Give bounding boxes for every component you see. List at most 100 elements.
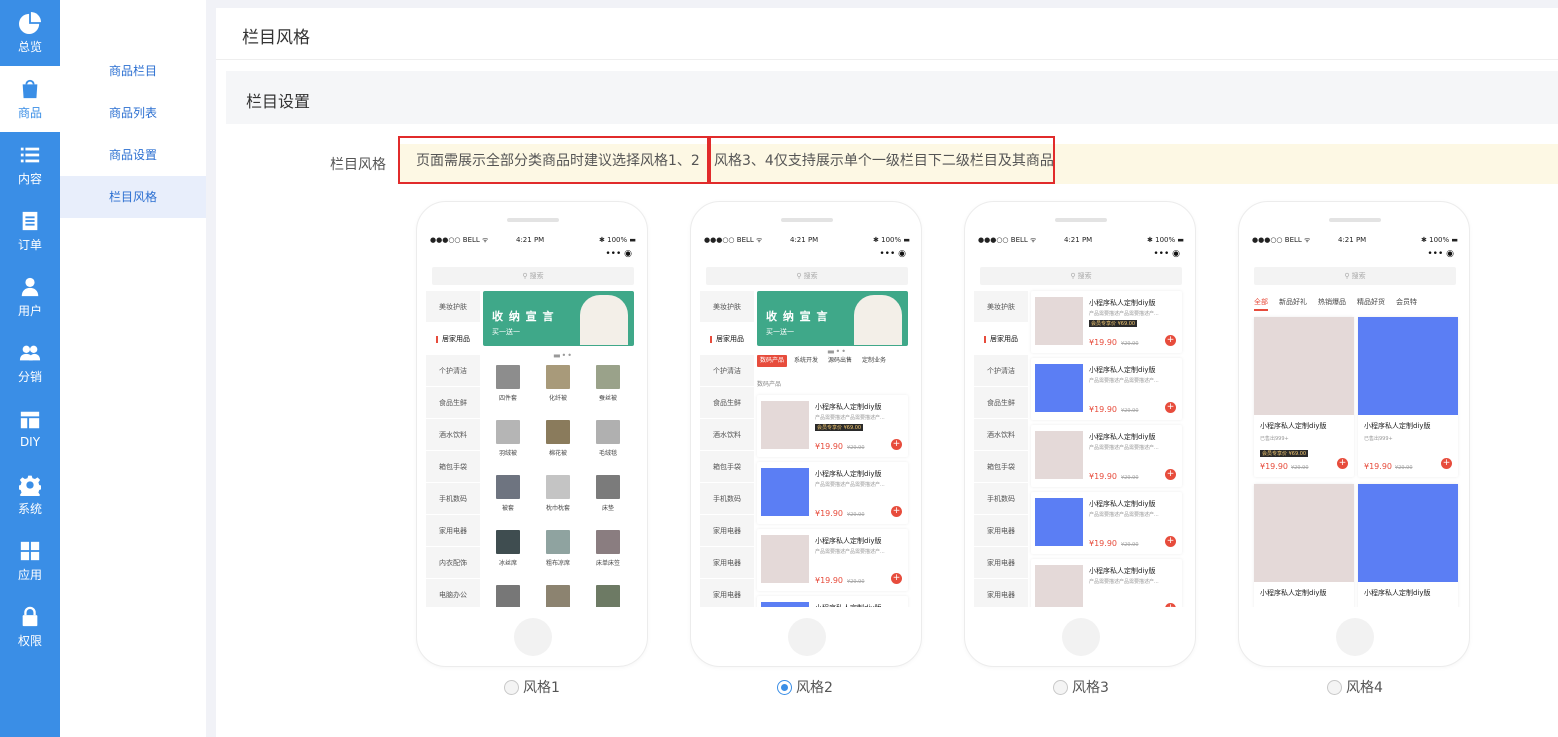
notice-text-style-1-2: 页面需展示全部分类商品时建议选择风格1、2 xyxy=(398,136,709,184)
nav-diy[interactable]: DIY xyxy=(0,396,60,462)
status-signal: ●●●○○ BELL ᯤ xyxy=(978,236,1037,244)
style-radio-4[interactable]: 风格4 xyxy=(1327,677,1383,697)
old-price: ¥29.90 xyxy=(1121,341,1139,347)
banner-image xyxy=(854,295,902,345)
price: ¥19.90 xyxy=(1364,462,1392,471)
category-item: 箱包手袋 xyxy=(700,451,754,483)
product-price: ¥19.90¥29.90 xyxy=(815,509,865,518)
category-item: 手机数码 xyxy=(426,483,480,515)
product-sold: 已售出999+ xyxy=(1364,436,1393,442)
product-list: 小程序私人定制diy版 产品需要描述产品需要描述产... 会员专享价 ¥69.0… xyxy=(757,395,908,607)
banner-subtitle: 买一送一 xyxy=(766,328,794,336)
add-cart-icon: + xyxy=(1165,335,1176,346)
grid-item-label: 粗布凉席 xyxy=(545,560,570,567)
grid-item: 冰丝席 xyxy=(483,526,533,581)
nav-permissions[interactable]: 权限 xyxy=(0,594,60,660)
old-price: ¥29.90 xyxy=(1121,475,1139,481)
style-preview-4[interactable]: ●●●○○ BELL ᯤ 4:21 PM ✱ 100% ▬ ••• ◉ ⚲ 搜索… xyxy=(1238,201,1470,667)
price: ¥19.90 xyxy=(1260,462,1288,471)
product-list: 小程序私人定制diy版 产品需要描述产品需要描述产... 会员专享价 ¥69.0… xyxy=(1031,291,1182,607)
category-item: 家用电器 xyxy=(974,579,1028,607)
price: ¥19.90 xyxy=(1089,338,1117,347)
subnav-item-style[interactable]: 栏目风格 xyxy=(60,176,206,218)
radio-circle[interactable] xyxy=(1053,679,1068,695)
status-time: 4:21 PM xyxy=(790,236,819,244)
subnav-item-category[interactable]: 商品栏目 xyxy=(60,50,206,92)
style-radio-3[interactable]: 风格3 xyxy=(1053,677,1109,697)
grid-item-label: 化纤被 xyxy=(548,395,567,402)
grid-item: 被套 xyxy=(483,471,533,526)
phone-speaker xyxy=(781,218,833,222)
product-price: ¥19.90¥29.90 xyxy=(815,576,865,585)
subcategory-caption: 数码产品 xyxy=(757,381,782,388)
product-price: ¥19.90¥29.90 xyxy=(1089,606,1139,607)
product-price: ¥19.90¥29.90 xyxy=(1364,462,1413,471)
grid-item-image xyxy=(596,585,620,607)
category-item: 家用电器 xyxy=(426,515,480,547)
category-item-active: 居家用品 xyxy=(974,323,1028,355)
nav-content[interactable]: 内容 xyxy=(0,132,60,198)
product-image xyxy=(1254,484,1354,582)
nav-products[interactable]: 商品 xyxy=(0,66,60,132)
nav-users[interactable]: 用户 xyxy=(0,264,60,330)
subcategory-grid: 四件套 化纤被 蚕丝被 羽绒被 棉花被 毛绒毯 被套 枕巾枕套 床垫 冰丝席 粗布凉席 床单床笠 xyxy=(483,361,634,607)
nav-overview[interactable]: 总览 xyxy=(0,0,60,66)
category-item: 酒水饮料 xyxy=(974,419,1028,451)
product-card: 小程序私人定制diy版 产品需要描述产品需要描述产... ¥19.90 ¥29.9… xyxy=(1031,425,1182,487)
old-price: ¥29.90 xyxy=(847,512,865,518)
product-title: 小程序私人定制diy版 xyxy=(1089,366,1156,374)
category-item: 家用电器 xyxy=(700,547,754,579)
subnav-item-list[interactable]: 商品列表 xyxy=(60,92,206,134)
grid-item-label: 床垫 xyxy=(601,505,614,512)
grid-item-image xyxy=(596,365,620,389)
grid-item-image xyxy=(546,365,570,389)
category-tabs: 全部 新品好礼 热销爆品 精品好货 会员特 xyxy=(1254,295,1462,311)
grid-item-image xyxy=(496,365,520,389)
product-card: 小程序私人定制diy版 产品需要描述产品需要描述产... 会员专享价 ¥69.0… xyxy=(1031,291,1182,353)
phone-screen: ●●●○○ BELL ᯤ 4:21 PM ✱ 100% ▬ ••• ◉ ⚲ 搜索… xyxy=(974,229,1188,607)
phone-screen: ●●●○○ BELL ᯤ 4:21 PM ✱ 100% ▬ ••• ◉ ⚲ 搜索… xyxy=(426,229,640,607)
grid-item-image xyxy=(596,420,620,444)
nav-label: 总览 xyxy=(17,39,42,54)
banner-title: 收 纳 宣 言 xyxy=(492,310,555,323)
nav-distribution[interactable]: 分销 xyxy=(0,330,60,396)
nav-orders[interactable]: 订单 xyxy=(0,198,60,264)
grid-item: 化纤被 xyxy=(533,361,583,416)
page-title: 栏目风格 xyxy=(242,28,310,48)
product-title: 小程序私人定制diy版 xyxy=(1089,567,1156,575)
nav-label: 系统 xyxy=(17,501,42,516)
nav-label: 内容 xyxy=(17,171,42,186)
category-item: 美妆护肤 xyxy=(700,291,754,323)
nav-system[interactable]: 系统 xyxy=(0,462,60,528)
product-price: ¥19.90 ¥29.90 xyxy=(1089,338,1139,347)
grid-item-image xyxy=(496,420,520,444)
radio-circle[interactable] xyxy=(504,679,519,695)
add-cart-icon: + xyxy=(1165,603,1176,607)
radio-circle-selected[interactable] xyxy=(777,679,792,695)
add-cart-icon: + xyxy=(1165,402,1176,413)
product-desc: 产品需要描述产品需要描述产... xyxy=(1089,512,1159,518)
style-radio-1[interactable]: 风格1 xyxy=(504,677,560,697)
grid-item xyxy=(533,581,583,607)
subnav-item-settings[interactable]: 商品设置 xyxy=(60,134,206,176)
style-preview-3[interactable]: ●●●○○ BELL ᯤ 4:21 PM ✱ 100% ▬ ••• ◉ ⚲ 搜索… xyxy=(964,201,1196,667)
style-preview-1[interactable]: ●●●○○ BELL ᯤ 4:21 PM ✱ 100% ▬ ••• ◉ ⚲ 搜索… xyxy=(416,201,648,667)
category-item: 家用电器 xyxy=(974,547,1028,579)
search-bar: ⚲ 搜索 xyxy=(706,267,908,285)
style-preview-2[interactable]: ●●●○○ BELL ᯤ 4:21 PM ✱ 100% ▬ ••• ◉ ⚲ 搜索… xyxy=(690,201,922,667)
grid-item: 四件套 xyxy=(483,361,533,416)
product-price: ¥19.90¥29.90 xyxy=(1089,539,1139,548)
grid-item-label: 羽绒被 xyxy=(498,450,517,457)
product-title: 小程序私人定制diy版 xyxy=(1089,433,1156,441)
radio-circle[interactable] xyxy=(1327,679,1342,695)
old-price: ¥29.90 xyxy=(847,579,865,585)
banner-image xyxy=(580,295,628,345)
status-bar: ●●●○○ BELL ᯤ 4:21 PM ✱ 100% ▬ xyxy=(426,236,640,246)
subcategory-tabs: 数码产品 系统开发 源码出售 定制业务 xyxy=(757,355,908,367)
capsule-menu-icon: ••• ◉ xyxy=(1153,249,1180,259)
nav-label: 分销 xyxy=(17,369,42,384)
style-radio-2[interactable]: 风格2 xyxy=(777,677,833,697)
nav-apps[interactable]: 应用 xyxy=(0,528,60,594)
main-sidebar: 总览 商品 内容 订单 用户 分销 DIY 系统 应用 权限 xyxy=(0,0,60,737)
category-item: 食品生鲜 xyxy=(426,387,480,419)
